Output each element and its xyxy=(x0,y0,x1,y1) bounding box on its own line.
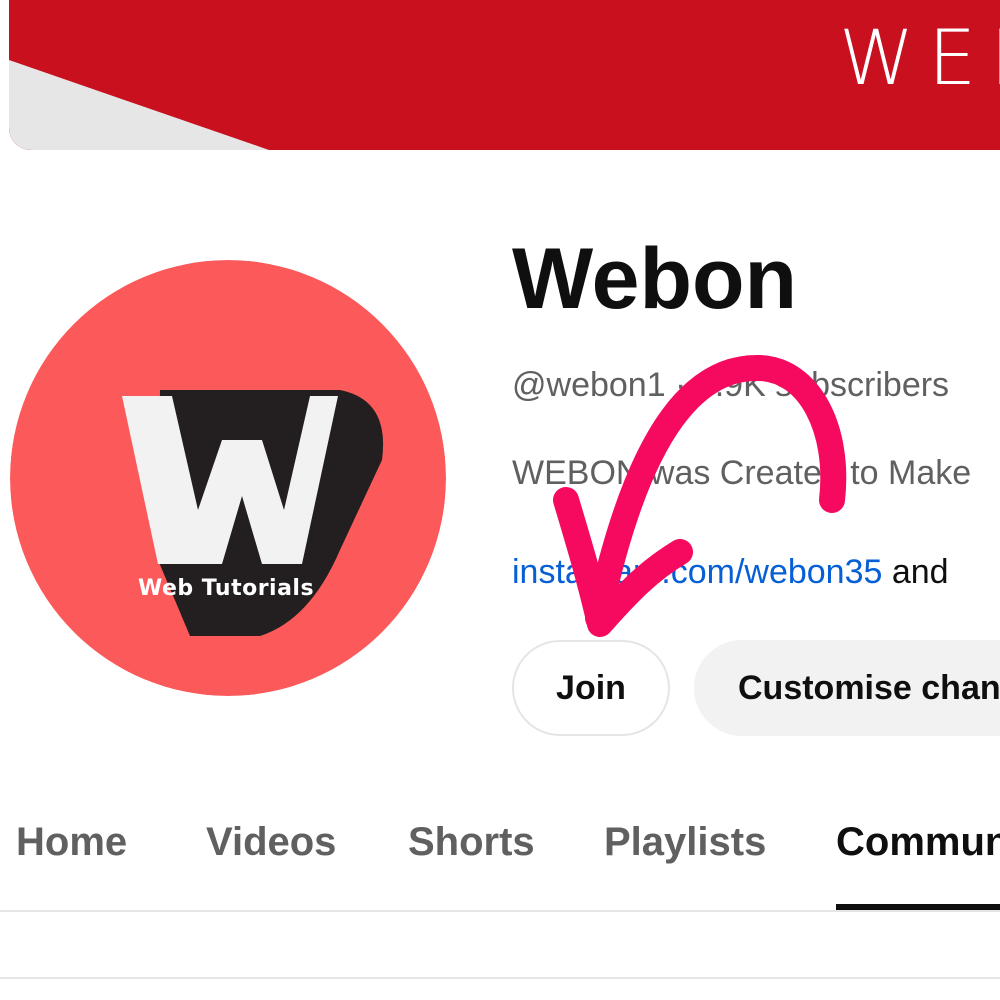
more-links-text[interactable]: and xyxy=(882,553,949,591)
channel-page: WEB Web Tutorials Webon @webon1 · 6.9K s… xyxy=(0,0,1000,1000)
webon-logo-icon xyxy=(10,260,446,696)
tabs-divider xyxy=(0,910,1000,912)
tab-videos[interactable]: Videos xyxy=(206,822,336,862)
channel-links: instagram.com/webon35 and xyxy=(512,555,949,589)
tab-home[interactable]: Home xyxy=(16,822,127,862)
instagram-link[interactable]: instagram.com/webon35 xyxy=(512,553,882,591)
channel-tabs: Home Videos Shorts Playlists Community xyxy=(0,800,1000,910)
tab-shorts[interactable]: Shorts xyxy=(408,822,535,862)
banner-text: WEB xyxy=(839,13,1000,102)
channel-banner: WEB xyxy=(9,0,1000,150)
channel-name: Webon xyxy=(512,231,798,327)
channel-handle-subscribers: @webon1 · 6.9K subscribers xyxy=(512,366,950,404)
customise-channel-button[interactable]: Customise channel xyxy=(694,640,1000,736)
channel-avatar[interactable] xyxy=(10,260,446,696)
tab-playlists[interactable]: Playlists xyxy=(604,822,766,862)
avatar-caption: Web Tutorials xyxy=(138,576,315,601)
channel-description[interactable]: WEBON was Created to Make xyxy=(512,456,971,490)
content-divider xyxy=(0,977,1000,979)
tab-community[interactable]: Community xyxy=(836,822,1000,862)
join-button[interactable]: Join xyxy=(512,640,670,736)
